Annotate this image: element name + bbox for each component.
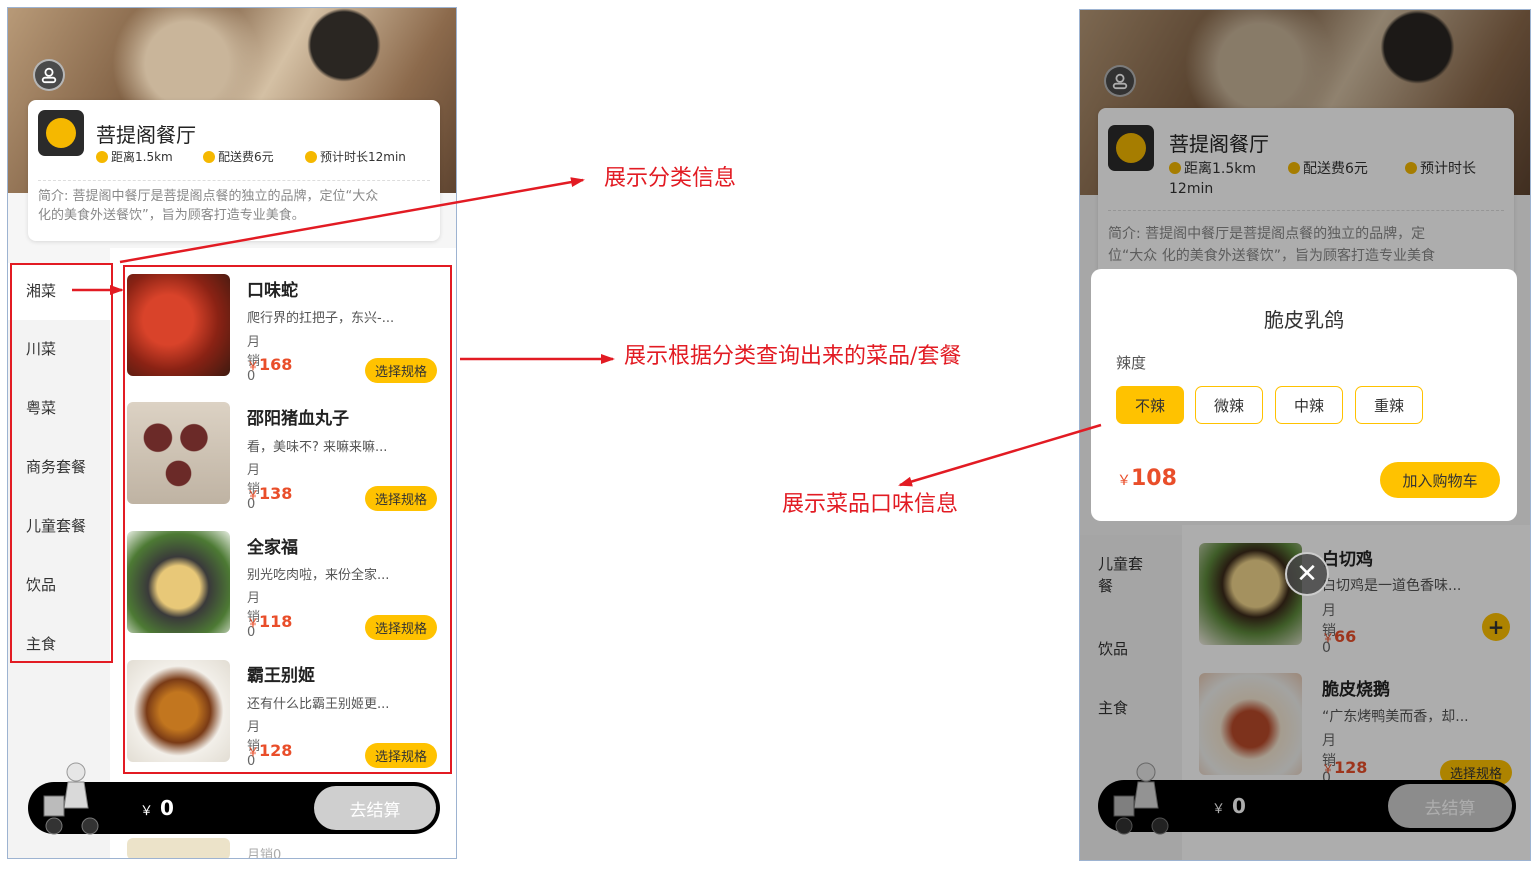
annotation-flavor-info: 展示菜品口味信息 [782,492,959,517]
category-highlight-box [10,263,113,663]
delivery-rider-icon[interactable] [40,760,102,836]
annotation-dish-list: 展示根据分类查询出来的菜品/套餐 [624,344,962,369]
delivery-time-text: 预计时长12min [320,150,406,164]
shop-intro: 简介: 菩提阁中餐厅是菩提阁点餐的独立的品牌，定位“大众 化的美食外送餐饮”，旨… [38,187,433,225]
flavor-option-none[interactable]: 不辣 [1116,386,1184,424]
distance-text: 距离1.5km [111,150,173,164]
shop-info-card: 菩提阁餐厅 距离1.5km 配送费6元 预计时长12min 简介: 菩提阁中餐厅… [28,100,440,241]
currency-symbol: ￥ [140,804,154,819]
dish-sales: 月销0 [247,848,282,859]
dish-list-highlight-box [123,265,452,774]
navigation-icon [305,150,317,163]
cart-total-value: 0 [159,796,174,820]
divider [38,180,430,181]
clock-icon [96,150,108,163]
checkout-button[interactable]: 去结算 [314,786,436,830]
currency-symbol: ￥ [1117,473,1131,489]
flavor-option-hot[interactable]: 重辣 [1355,386,1423,424]
delivery-time-info: 预计时长12min [305,148,406,165]
flavor-option-medium[interactable]: 中辣 [1275,386,1343,424]
price-value: 108 [1131,466,1177,491]
delivery-fee-info: 配送费6元 [203,148,274,165]
shop-intro-line: 化的美食外送餐饮”，旨为顾客打造专业美食。 [38,208,305,223]
shop-name: 菩提阁餐厅 [96,123,196,147]
flavor-option-mild[interactable]: 微辣 [1195,386,1263,424]
user-avatar-icon[interactable] [33,59,65,91]
close-icon[interactable]: ✕ [1285,552,1329,596]
popup-dish-name: 脆皮乳鸽 [1264,308,1344,332]
flavor-label: 辣度 [1116,354,1147,372]
distance-info: 距离1.5km [96,148,173,165]
shop-logo-icon [38,110,84,156]
phone-screen-right: 菩提阁餐厅 距离1.5km 配送费6元 预计时长 12min 简介: 菩提阁中餐… [1079,9,1531,861]
arrow-flavor [898,423,1102,487]
add-to-cart-button[interactable]: 加入购物车 [1380,462,1500,498]
popup-price: ￥108 [1117,466,1177,491]
cart-total: ￥ 0 [140,796,174,820]
annotation-category-info: 展示分类信息 [604,166,737,191]
money-bag-icon [203,150,215,163]
dish-image [127,838,230,858]
shop-intro-line: 简介: 菩提阁中餐厅是菩提阁点餐的独立的品牌，定位“大众 [38,189,379,204]
phone-screen-left: 菩提阁餐厅 距离1.5km 配送费6元 预计时长12min 简介: 菩提阁中餐厅… [7,7,457,859]
delivery-fee-text: 配送费6元 [218,150,274,164]
flavor-popup: 脆皮乳鸽 辣度 不辣 微辣 中辣 重辣 ￥108 加入购物车 [1091,269,1517,521]
